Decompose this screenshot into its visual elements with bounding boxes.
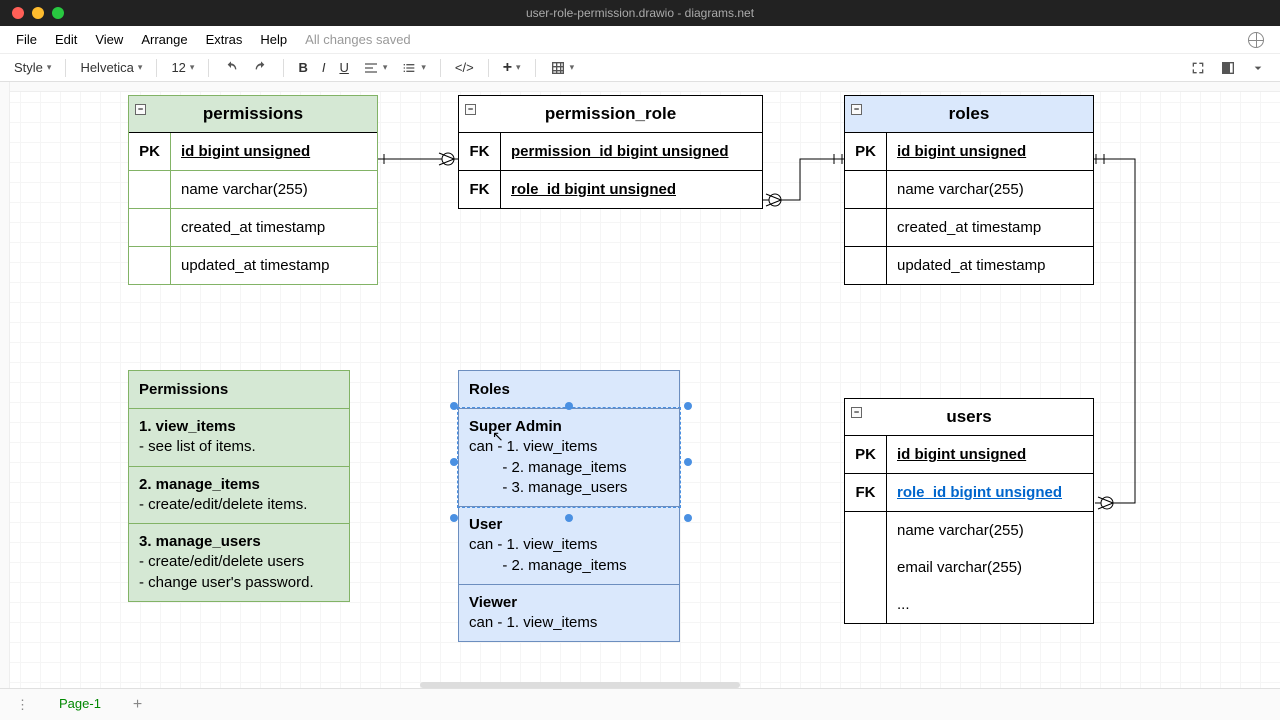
underline-button[interactable]: U bbox=[335, 58, 352, 77]
menu-view[interactable]: View bbox=[87, 28, 131, 51]
entity-permissions[interactable]: − permissions PKid bigint unsigned name … bbox=[128, 95, 378, 285]
close-window-button[interactable] bbox=[12, 7, 24, 19]
tabbar: ⋮ Page-1 + bbox=[0, 688, 1280, 720]
list-dropdown[interactable] bbox=[397, 58, 430, 78]
add-page-button[interactable]: + bbox=[123, 692, 152, 718]
entity-users[interactable]: − users PKid bigint unsigned FKrole_id b… bbox=[844, 398, 1094, 624]
tab-page-1[interactable]: Page-1 bbox=[41, 690, 119, 719]
font-dropdown[interactable]: Helvetica bbox=[76, 58, 146, 77]
collapse-icon[interactable]: − bbox=[851, 407, 862, 418]
menu-edit[interactable]: Edit bbox=[47, 28, 85, 51]
note-roles[interactable]: Roles Super Admincan - 1. view_items - 2… bbox=[458, 370, 680, 642]
entity-permission-role-title[interactable]: − permission_role bbox=[459, 96, 762, 133]
save-status: All changes saved bbox=[305, 32, 411, 47]
selection-handle[interactable] bbox=[450, 458, 458, 466]
ruler-horizontal bbox=[0, 82, 1280, 92]
redo-button[interactable] bbox=[249, 58, 273, 78]
undo-button[interactable] bbox=[219, 58, 243, 78]
entity-permission-role[interactable]: − permission_role FKpermission_id bigint… bbox=[458, 95, 763, 209]
entity-users-title[interactable]: − users bbox=[845, 399, 1093, 436]
menu-extras[interactable]: Extras bbox=[198, 28, 251, 51]
fullscreen-button[interactable] bbox=[1186, 58, 1210, 78]
note-roles-item-superadmin[interactable]: Super Admincan - 1. view_items - 2. mana… bbox=[459, 409, 679, 507]
align-dropdown[interactable] bbox=[359, 58, 392, 78]
bold-button[interactable]: B bbox=[294, 58, 311, 77]
table-dropdown[interactable] bbox=[546, 58, 579, 78]
selection-handle[interactable] bbox=[684, 514, 692, 522]
menu-arrange[interactable]: Arrange bbox=[133, 28, 195, 51]
collapse-icon[interactable]: − bbox=[465, 104, 476, 115]
window-titlebar: user-role-permission.drawio - diagrams.n… bbox=[0, 0, 1280, 26]
window-title: user-role-permission.drawio - diagrams.n… bbox=[526, 6, 754, 20]
selection-handle[interactable] bbox=[684, 402, 692, 410]
collapse-icon[interactable]: − bbox=[851, 104, 862, 115]
note-roles-item-viewer: Viewercan - 1. view_items bbox=[459, 585, 679, 642]
ruler-vertical bbox=[0, 82, 10, 688]
selection-handle[interactable] bbox=[450, 402, 458, 410]
note-permissions-item: 1. view_items- see list of items. bbox=[129, 409, 349, 467]
entity-permissions-title[interactable]: − permissions bbox=[129, 96, 377, 133]
window-controls bbox=[12, 7, 64, 19]
fontsize-dropdown[interactable]: 12 bbox=[167, 58, 198, 77]
note-permissions-item: 3. manage_users- create/edit/delete user… bbox=[129, 524, 349, 601]
style-dropdown[interactable]: Style bbox=[10, 58, 55, 77]
diagram-canvas[interactable]: − permissions PKid bigint unsigned name … bbox=[0, 82, 1280, 688]
selection-handle[interactable] bbox=[450, 514, 458, 522]
minimize-window-button[interactable] bbox=[32, 7, 44, 19]
menubar: File Edit View Arrange Extras Help All c… bbox=[0, 26, 1280, 54]
pages-menu-button[interactable]: ⋮ bbox=[8, 693, 37, 717]
italic-button[interactable]: I bbox=[318, 58, 330, 77]
note-permissions-title: Permissions bbox=[129, 371, 349, 409]
selection-handle[interactable] bbox=[565, 514, 573, 522]
maximize-window-button[interactable] bbox=[52, 7, 64, 19]
note-permissions[interactable]: Permissions 1. view_items- see list of i… bbox=[128, 370, 350, 602]
toolbar: Style Helvetica 12 B I U </> + bbox=[0, 54, 1280, 82]
add-dropdown[interactable]: + bbox=[499, 57, 525, 79]
html-button[interactable]: </> bbox=[451, 58, 478, 77]
selection-handle[interactable] bbox=[565, 402, 573, 410]
entity-roles[interactable]: − roles PKid bigint unsigned name varcha… bbox=[844, 95, 1094, 285]
note-permissions-item: 2. manage_items- create/edit/delete item… bbox=[129, 467, 349, 525]
collapse-icon[interactable]: − bbox=[135, 104, 146, 115]
format-panel-button[interactable] bbox=[1216, 58, 1240, 78]
menu-file[interactable]: File bbox=[8, 28, 45, 51]
menu-help[interactable]: Help bbox=[252, 28, 295, 51]
language-icon[interactable] bbox=[1248, 32, 1264, 48]
entity-roles-title[interactable]: − roles bbox=[845, 96, 1093, 133]
collapse-toolbar-button[interactable] bbox=[1246, 58, 1270, 78]
selection-handle[interactable] bbox=[684, 458, 692, 466]
